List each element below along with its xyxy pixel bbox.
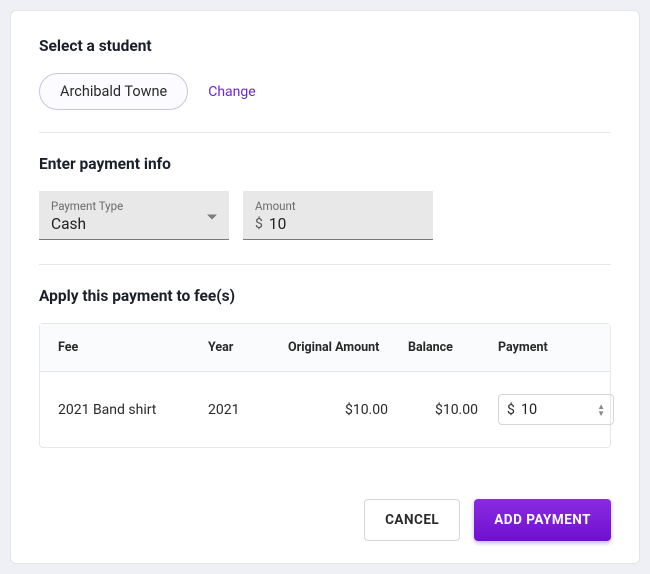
cancel-button[interactable]: CANCEL [364, 499, 460, 541]
section-title-payment-info: Enter payment info [39, 155, 611, 173]
cell-balance: $10.00 [408, 402, 498, 418]
section-title-apply: Apply this payment to fee(s) [39, 287, 611, 305]
payment-form-card: Select a student Archibald Towne Change … [10, 10, 640, 564]
cell-fee: 2021 Band shirt [58, 402, 208, 418]
col-header-fee: Fee [58, 340, 208, 355]
payment-inputs: Payment Type Cash Amount $ [39, 191, 611, 240]
add-payment-button[interactable]: ADD PAYMENT [474, 499, 611, 541]
fees-table: Fee Year Original Amount Balance Payment… [39, 323, 611, 448]
action-bar: CANCEL ADD PAYMENT [39, 499, 611, 541]
col-header-payment: Payment [498, 340, 618, 355]
student-row: Archibald Towne Change [39, 73, 611, 110]
change-student-button[interactable]: Change [208, 84, 255, 100]
payment-amount-stepper[interactable]: $ ▲ ▼ [498, 394, 614, 425]
student-name: Archibald Towne [60, 83, 167, 100]
cell-payment: $ ▲ ▼ [498, 394, 618, 425]
divider [39, 132, 611, 133]
chevron-down-icon[interactable]: ▼ [597, 410, 605, 417]
col-header-original: Original Amount [288, 340, 408, 355]
amount-label: Amount [255, 199, 421, 213]
stepper-icon[interactable]: ▲ ▼ [597, 403, 605, 417]
section-title-select-student: Select a student [39, 37, 611, 55]
cell-year: 2021 [208, 402, 288, 418]
col-header-year: Year [208, 340, 288, 355]
payment-type-select[interactable]: Payment Type Cash [39, 191, 229, 240]
col-header-balance: Balance [408, 340, 498, 355]
amount-field[interactable]: Amount $ [243, 191, 433, 240]
divider [39, 264, 611, 265]
student-chip[interactable]: Archibald Towne [39, 73, 188, 110]
amount-input[interactable] [269, 215, 421, 233]
row-payment-input[interactable] [521, 401, 581, 418]
table-row: 2021 Band shirt 2021 $10.00 $10.00 $ ▲ ▼ [40, 372, 610, 447]
payment-type-label: Payment Type [51, 199, 217, 213]
fees-table-header: Fee Year Original Amount Balance Payment [40, 324, 610, 372]
dropdown-caret-icon [207, 206, 217, 225]
amount-currency-prefix: $ [255, 216, 263, 232]
payment-type-value: Cash [51, 215, 217, 233]
payment-currency-prefix: $ [507, 402, 515, 418]
cell-original-amount: $10.00 [288, 402, 408, 418]
